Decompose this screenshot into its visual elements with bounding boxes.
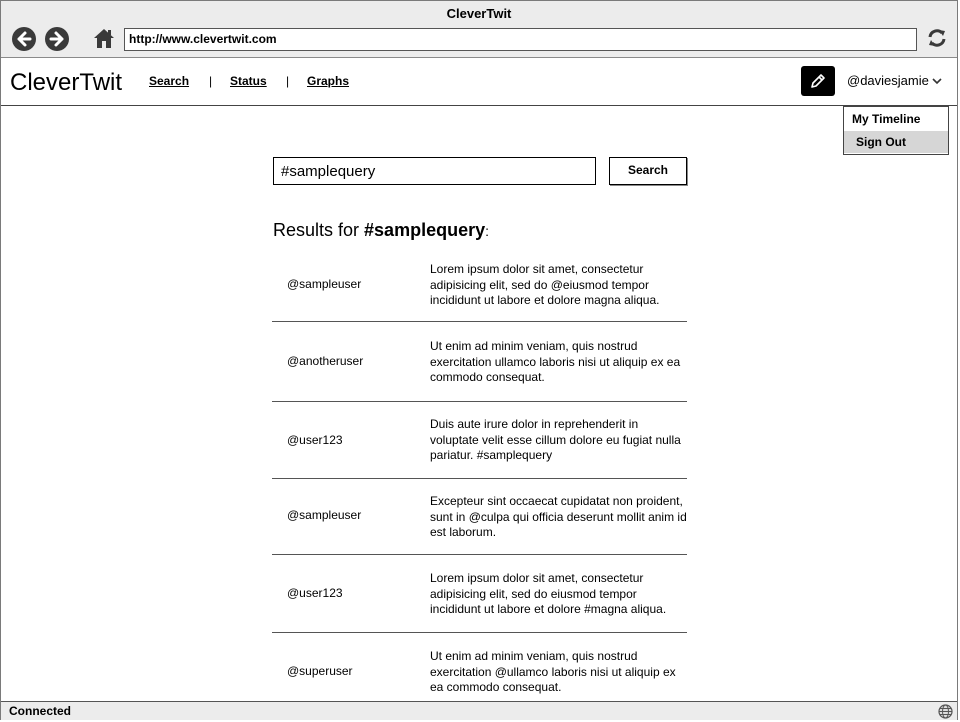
result-row: @user123 Duis aute irure dolor in repreh…: [272, 402, 687, 479]
app-header: CleverTwit Search | Status | Graphs @dav…: [1, 59, 957, 106]
result-username[interactable]: @superuser: [287, 664, 353, 678]
connection-status: Connected: [9, 704, 72, 718]
result-username[interactable]: @user123: [287, 433, 343, 447]
nav-link-status[interactable]: Status: [230, 74, 267, 88]
user-menu[interactable]: @daviesjamie: [847, 73, 929, 88]
results-heading: Results for #samplequery:: [273, 220, 489, 241]
menu-item-my-timeline[interactable]: My Timeline: [844, 108, 948, 130]
browser-toolbar: CleverTwit http://www.clevertwit.com: [1, 1, 957, 58]
result-username[interactable]: @sampleuser: [287, 277, 361, 291]
result-text: Lorem ipsum dolor sit amet, consectetur …: [430, 571, 667, 616]
result-row: @sampleuser Excepteur sint occaecat cupi…: [272, 479, 687, 555]
nav-link-search[interactable]: Search: [149, 74, 189, 88]
result-username[interactable]: @user123: [287, 586, 343, 600]
results-heading-prefix: Results for: [273, 220, 365, 240]
nav-link-graphs[interactable]: Graphs: [307, 74, 349, 88]
user-dropdown-menu: My Timeline Sign Out: [843, 106, 949, 155]
reload-icon[interactable]: [925, 26, 949, 50]
pencil-icon: [811, 74, 825, 88]
result-text: Ut enim ad minim veniam, quis nostrud ex…: [430, 649, 676, 694]
result-username[interactable]: @sampleuser: [287, 508, 361, 522]
result-text: Lorem ipsum dolor sit amet, consectetur …: [430, 262, 660, 307]
browser-window: CleverTwit http://www.clevertwit.com Cle…: [0, 0, 958, 720]
globe-icon: [938, 704, 953, 722]
results-heading-query: #samplequery: [364, 220, 486, 240]
menu-item-sign-out[interactable]: Sign Out: [844, 131, 948, 153]
result-text: Duis aute irure dolor in reprehenderit i…: [430, 417, 681, 462]
results-heading-suffix: :: [485, 223, 489, 239]
forward-icon[interactable]: [45, 27, 69, 51]
result-row: @anotheruser Ut enim ad minim veniam, qu…: [272, 322, 687, 402]
status-bar: Connected: [1, 701, 957, 720]
result-row: @superuser Ut enim ad minim veniam, quis…: [272, 633, 687, 703]
window-title: CleverTwit: [446, 6, 512, 21]
result-row: @user123 Lorem ipsum dolor sit amet, con…: [272, 555, 687, 633]
search-button[interactable]: Search: [609, 157, 687, 185]
nav-separator: |: [286, 74, 290, 88]
result-username[interactable]: @anotheruser: [287, 354, 363, 368]
compose-button[interactable]: [801, 66, 835, 96]
chevron-down-icon[interactable]: [931, 74, 943, 92]
search-input[interactable]: #samplequery: [273, 157, 596, 185]
home-icon[interactable]: [92, 26, 116, 50]
app-logo[interactable]: CleverTwit: [10, 69, 122, 97]
result-text: Excepteur sint occaecat cupidatat non pr…: [430, 494, 687, 539]
results-list: @sampleuser Lorem ipsum dolor sit amet, …: [272, 247, 687, 703]
result-text: Ut enim ad minim veniam, quis nostrud ex…: [430, 339, 681, 384]
result-row: @sampleuser Lorem ipsum dolor sit amet, …: [272, 247, 687, 322]
address-bar[interactable]: http://www.clevertwit.com: [124, 28, 917, 51]
back-icon[interactable]: [12, 27, 36, 51]
nav-separator: |: [209, 74, 213, 88]
